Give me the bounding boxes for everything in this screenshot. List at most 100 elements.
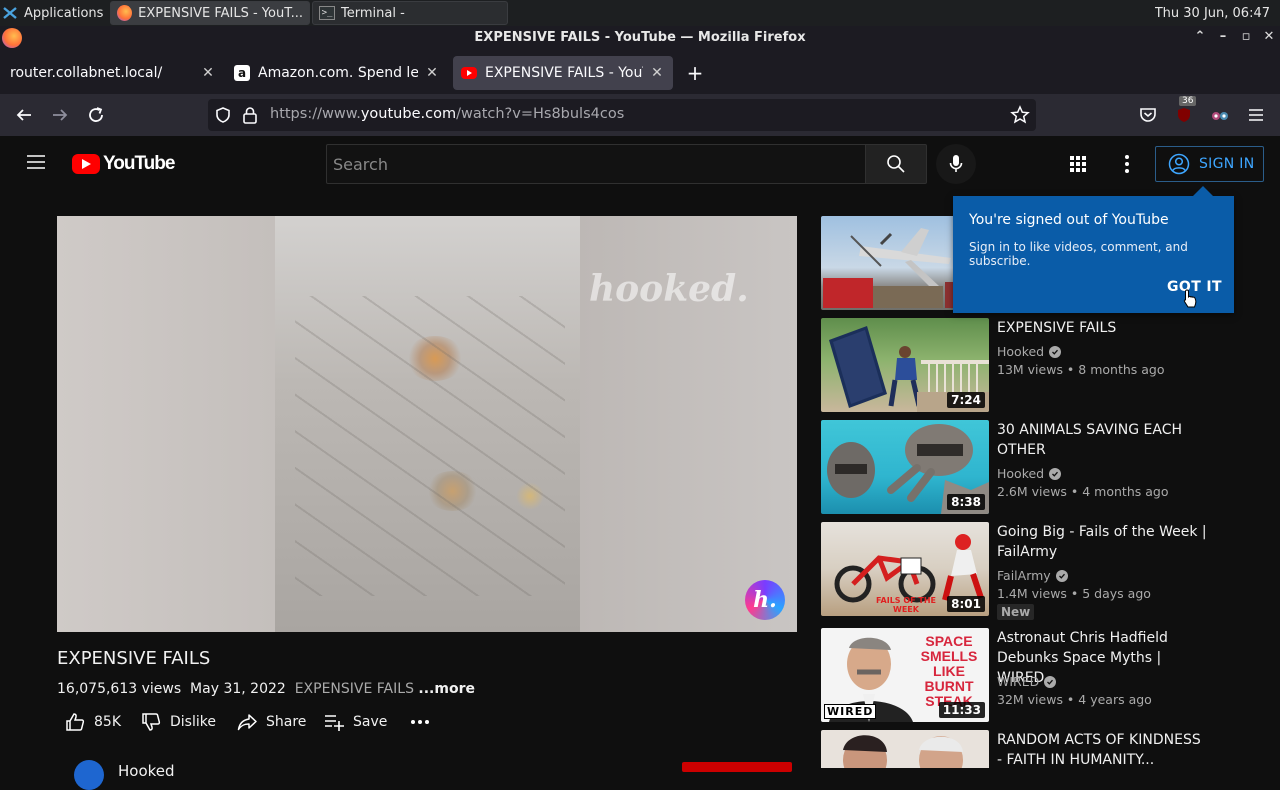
close-tab-icon[interactable]: ✕ — [200, 65, 216, 81]
hamburger-menu-icon[interactable] — [1244, 103, 1268, 127]
recommendation-item[interactable]: 8:38 30 ANIMALS SAVING EACH OTHER Hooked… — [821, 420, 1241, 514]
recommendation-title[interactable]: Going Big - Fails of the Week | FailArmy — [997, 522, 1207, 562]
add-to-playlist-icon — [325, 715, 344, 731]
new-badge: New — [997, 604, 1035, 620]
like-button[interactable]: 85K — [64, 709, 121, 735]
guide-menu-icon[interactable] — [26, 154, 46, 174]
tracking-protection-shield-icon[interactable] — [214, 106, 232, 128]
space-myths-thumb-text: SPACE SMELLS LIKE BURNT STEAK — [920, 633, 978, 709]
more-horizontal-icon — [411, 720, 429, 724]
video-description-preview[interactable]: 16,075,613 views May 31, 2022 EXPENSIVE … — [57, 681, 475, 697]
firefox-icon — [117, 5, 133, 21]
ublock-origin-icon[interactable]: 36 — [1172, 96, 1197, 127]
taskbar-item-terminal[interactable]: >_ Terminal - — [312, 1, 508, 25]
window-maximize-icon[interactable]: ▫ — [1238, 29, 1254, 45]
show-more-link[interactable]: ...more — [418, 681, 475, 697]
video-duration: 7:24 — [947, 392, 985, 408]
channel-name[interactable]: Hooked — [118, 762, 175, 780]
recommendation-item[interactable]: SPACE SMELLS LIKE BURNT STEAK WIRED 11:3… — [821, 628, 1241, 722]
video-title: EXPENSIVE FAILS — [57, 648, 211, 669]
popup-title: You're signed out of YouTube — [969, 212, 1169, 228]
recommendation-channel[interactable]: Hooked — [997, 466, 1062, 481]
os-top-panel: Applications 3 EXPENSIVE FAILS - YouT...… — [0, 0, 1280, 26]
recommendation-title[interactable]: EXPENSIVE FAILS — [997, 318, 1207, 338]
new-tab-icon[interactable]: + — [686, 62, 704, 84]
ublock-badge: 36 — [1179, 96, 1197, 106]
video-frame-center — [275, 216, 580, 632]
recommendation-stats: 13M views • 8 months ago — [997, 362, 1165, 377]
youtube-play-icon — [72, 154, 100, 174]
sign-in-button[interactable]: SIGN IN — [1155, 146, 1264, 182]
video-thumbnail[interactable]: 8:38 — [821, 420, 989, 514]
channel-watermark-icon[interactable]: h. — [745, 580, 785, 620]
recommendation-channel[interactable]: WIRED — [997, 674, 1057, 689]
youtube-favicon-icon — [461, 67, 477, 79]
video-frame-left — [57, 216, 275, 632]
search-input[interactable] — [327, 145, 865, 183]
tab-youtube[interactable]: EXPENSIVE FAILS - YouTube ✕ — [453, 56, 673, 90]
pocket-icon[interactable] — [1136, 103, 1160, 127]
account-icon — [1168, 153, 1190, 175]
extension-icon[interactable] — [1208, 103, 1232, 127]
taskbar-item-firefox[interactable]: EXPENSIVE FAILS - YouT... — [110, 1, 310, 25]
thumbs-down-icon — [142, 713, 161, 731]
applications-menu[interactable]: Applications 3 — [2, 0, 118, 26]
recommendation-channel[interactable]: FailArmy — [997, 568, 1068, 583]
subscribe-button[interactable] — [682, 762, 792, 772]
verified-badge-icon — [1049, 467, 1062, 480]
apps-grid-icon[interactable] — [1069, 155, 1087, 177]
video-thumbnail[interactable]: 7:24 — [821, 318, 989, 412]
window-close-icon[interactable]: ✕ — [1261, 29, 1277, 45]
youtube-logo[interactable]: YouTube — [72, 153, 175, 175]
lock-icon[interactable] — [242, 106, 258, 128]
recommendation-stats: 32M views • 4 years ago — [997, 692, 1152, 707]
more-options-icon[interactable] — [1124, 154, 1130, 178]
voice-search-button[interactable] — [936, 144, 976, 184]
recommendation-item[interactable]: FAILS OF THE WEEK 8:01 Going Big - Fails… — [821, 522, 1241, 622]
share-button[interactable]: Share — [236, 709, 306, 735]
verified-badge-icon — [1055, 569, 1068, 582]
recommendation-item[interactable]: RANDOM ACTS OF KINDNESS - FAITH IN HUMAN… — [821, 730, 1241, 768]
video-thumbnail[interactable]: SPACE SMELLS LIKE BURNT STEAK WIRED 11:3… — [821, 628, 989, 722]
window-minimize-icon[interactable]: – — [1215, 29, 1231, 45]
recommendation-title[interactable]: RANDOM ACTS OF KINDNESS - FAITH IN HUMAN… — [997, 730, 1207, 768]
back-icon[interactable] — [12, 103, 36, 127]
tab-strip: router.collabnet.local/ ✕ a Amazon.com. … — [0, 50, 1280, 94]
tab-router[interactable]: router.collabnet.local/ ✕ — [2, 56, 224, 90]
close-tab-icon[interactable]: ✕ — [649, 65, 665, 81]
bookmark-star-icon[interactable] — [1010, 105, 1030, 129]
video-thumbnail[interactable] — [821, 730, 989, 768]
video-thumbnail[interactable]: FAILS OF THE WEEK 8:01 — [821, 522, 989, 616]
reload-icon[interactable] — [84, 103, 108, 127]
channel-avatar[interactable] — [74, 760, 104, 790]
dislike-button[interactable]: Dislike — [140, 709, 216, 735]
save-button[interactable]: Save — [323, 709, 387, 735]
search-button[interactable] — [865, 144, 927, 184]
url-text[interactable]: https://www.youtube.com/watch?v=Hs8buls4… — [270, 106, 624, 122]
window-shade-icon[interactable]: ⌃ — [1192, 29, 1208, 45]
tab-amazon[interactable]: a Amazon.com. Spend less. Smile more. ✕ — [226, 56, 448, 90]
amazon-favicon-icon: a — [234, 65, 250, 81]
verified-badge-icon — [1049, 345, 1062, 358]
recommendation-title[interactable]: 30 ANIMALS SAVING EACH OTHER — [997, 420, 1207, 460]
more-actions-button[interactable] — [410, 709, 430, 735]
recommendation-stats: 1.4M views • 5 days ago — [997, 586, 1151, 601]
video-player[interactable]: hooked. h. — [57, 216, 797, 632]
microphone-icon — [949, 155, 963, 172]
url-bar[interactable]: https://www.youtube.com/watch?v=Hs8buls4… — [208, 99, 1036, 131]
verified-badge-icon — [1044, 675, 1057, 688]
window-title: EXPENSIVE FAILS - YouTube — Mozilla Fire… — [474, 30, 806, 45]
signed-out-popup: You're signed out of YouTube Sign in to … — [953, 186, 1234, 313]
clock[interactable]: Thu 30 Jun, 06:47 — [1155, 0, 1270, 26]
window-titlebar: EXPENSIVE FAILS - YouTube — Mozilla Fire… — [0, 26, 1280, 50]
recommendation-channel[interactable]: Hooked — [997, 344, 1062, 359]
forward-icon[interactable] — [48, 103, 72, 127]
close-tab-icon[interactable]: ✕ — [424, 65, 440, 81]
recommendation-item[interactable]: 7:24 EXPENSIVE FAILS Hooked 13M views • … — [821, 318, 1241, 412]
search-box[interactable] — [326, 144, 866, 184]
wired-logo: WIRED — [824, 704, 877, 719]
terminal-icon: >_ — [319, 6, 335, 20]
search-icon — [887, 155, 905, 173]
hand-cursor-icon — [1183, 289, 1197, 308]
popup-body: Sign in to like videos, comment, and sub… — [969, 240, 1188, 268]
